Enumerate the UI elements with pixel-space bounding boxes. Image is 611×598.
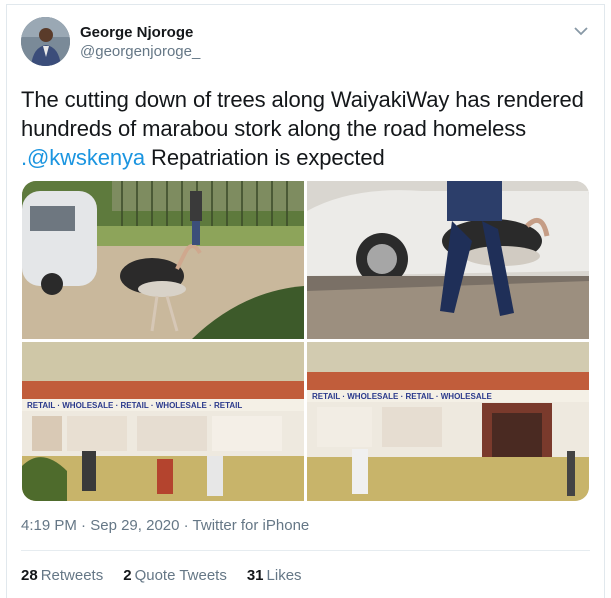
quote-tweets-stat[interactable]: 2 Quote Tweets — [123, 567, 227, 584]
retweets-label: Retweets — [40, 567, 104, 584]
quotes-label: Quote Tweets — [134, 567, 227, 584]
mention-link[interactable]: .@kwskenya — [21, 145, 145, 170]
photo-stork-closeup[interactable] — [307, 181, 589, 339]
media-grid: RETAIL · WHOLESALE · RETAIL · WHOLESALE … — [22, 181, 589, 501]
chevron-down-icon[interactable] — [574, 23, 588, 36]
avatar[interactable] — [21, 17, 70, 66]
tweet-source[interactable]: Twitter for iPhone — [193, 517, 310, 534]
tweet-date[interactable]: Sep 29, 2020 — [90, 517, 179, 534]
tweet-meta: 4:19 PM · Sep 29, 2020 · Twitter for iPh… — [21, 517, 309, 534]
tweet-text-part2: Repatriation is expected — [145, 145, 385, 170]
photo-shop-front-left[interactable]: RETAIL · WHOLESALE · RETAIL · WHOLESALE … — [22, 342, 304, 501]
author-handle[interactable]: @georgenjoroge_ — [80, 42, 200, 61]
tweet-card: George Njoroge @georgenjoroge_ The cutti… — [6, 4, 605, 598]
photo-stork-road[interactable] — [22, 181, 304, 339]
tweet-time[interactable]: 4:19 PM — [21, 517, 77, 534]
retweets-count: 28 — [21, 567, 38, 584]
quotes-count: 2 — [123, 567, 132, 584]
author-block[interactable]: George Njoroge @georgenjoroge_ — [80, 24, 200, 61]
tweet-text: The cutting down of trees along WaiyakiW… — [21, 85, 591, 172]
photo-shop-front-right[interactable]: RETAIL · WHOLESALE · RETAIL · WHOLESALE — [307, 342, 589, 501]
sign-retail-2: RETAIL · WHOLESALE · RETAIL · WHOLESALE — [312, 392, 493, 401]
tweet-stats: 28 Retweets 2 Quote Tweets 31 Likes — [21, 567, 302, 584]
author-name[interactable]: George Njoroge — [80, 24, 200, 42]
tweet-text-part1: The cutting down of trees along WaiyakiW… — [21, 87, 584, 141]
divider — [21, 550, 590, 551]
likes-count: 31 — [246, 567, 264, 584]
likes-stat[interactable]: 31 Likes — [247, 567, 302, 584]
meta-separator: · — [81, 517, 87, 534]
sign-retail-1: RETAIL · WHOLESALE · RETAIL · WHOLESALE … — [27, 401, 242, 410]
likes-label: Likes — [266, 567, 302, 584]
meta-separator-2: · — [183, 517, 189, 534]
retweets-stat[interactable]: 28 Retweets — [21, 567, 103, 584]
